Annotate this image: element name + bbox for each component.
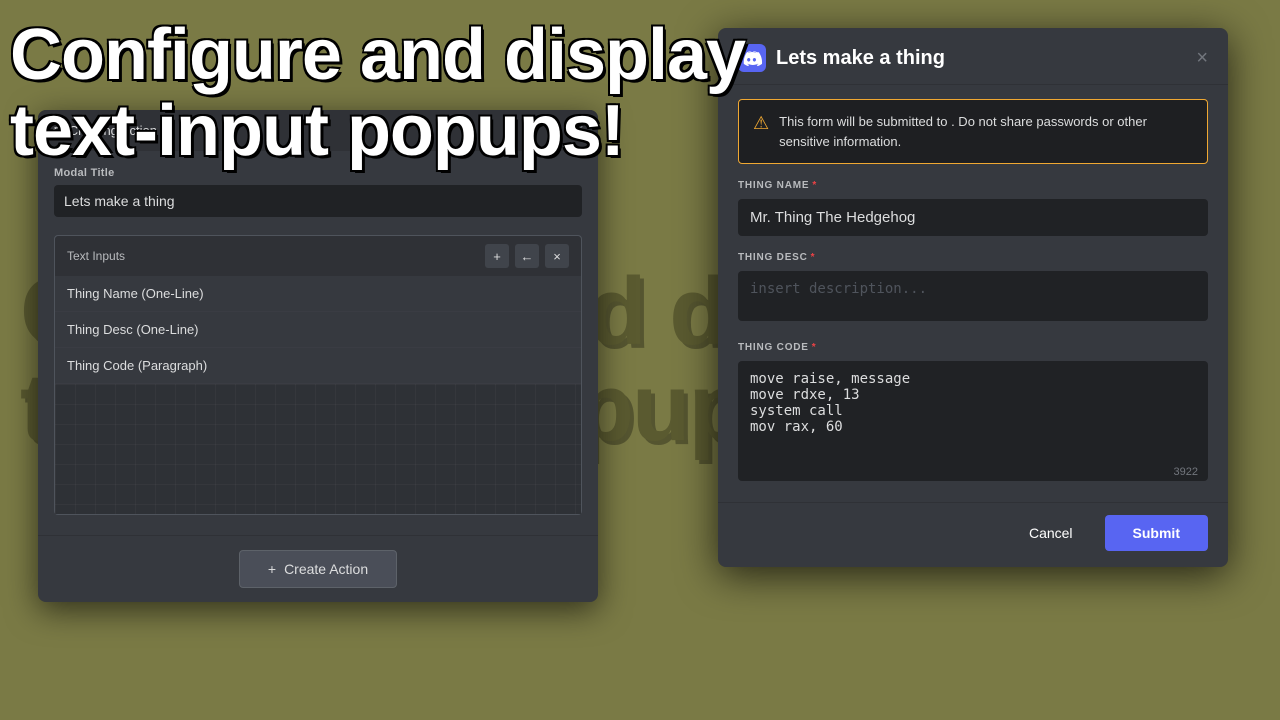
list-item[interactable]: Thing Name (One-Line) [55, 276, 581, 312]
overlay-title-line1: Configure and display [10, 18, 745, 94]
list-item[interactable]: Thing Desc (One-Line) [55, 312, 581, 348]
gear-icon: ⚙ [52, 124, 63, 138]
warning-text: This form will be submitted to . Do not … [779, 112, 1193, 151]
remove-input-button[interactable]: × [545, 244, 569, 268]
right-modal-header-left: Lets make a thing [738, 44, 945, 72]
cancel-button[interactable]: Cancel [1009, 515, 1093, 551]
add-input-button[interactable]: + [485, 244, 509, 268]
right-modal-header: Lets make a thing × [718, 28, 1228, 85]
list-item[interactable]: Thing Code (Paragraph) [55, 348, 581, 384]
warning-icon: ⚠ [753, 113, 769, 134]
right-modal-close-button[interactable]: × [1196, 47, 1208, 70]
right-modal-title: Lets make a thing [776, 47, 945, 70]
text-inputs-empty-area [55, 384, 581, 514]
left-modal-header: ⚙ Creating Action #2 × [38, 110, 598, 151]
right-modal-body: THING NAME* THING DESC* THING CODE* move… [718, 180, 1228, 502]
required-marker: * [812, 180, 817, 191]
field-label-thing-code: THING CODE* [738, 342, 1208, 353]
code-container: move raise, message move rdxe, 13 system… [738, 361, 1208, 486]
thing-code-input[interactable]: move raise, message move rdxe, 13 system… [738, 361, 1208, 481]
left-modal-title-text: Creating Action #2 [69, 123, 175, 138]
create-action-label: Create Action [284, 561, 368, 577]
left-modal-title: ⚙ Creating Action #2 [52, 123, 175, 138]
left-modal-body: Modal Title Text Inputs + ← × Thing Name… [38, 151, 598, 535]
text-inputs-section: Text Inputs + ← × Thing Name (One-Line) … [54, 235, 582, 515]
create-action-icon: + [268, 561, 276, 577]
field-label-thing-name: THING NAME* [738, 180, 1208, 191]
left-modal-close-button[interactable]: × [573, 120, 584, 141]
thing-name-input[interactable] [738, 199, 1208, 236]
warning-banner: ⚠ This form will be submitted to . Do no… [738, 99, 1208, 164]
required-marker: * [811, 252, 816, 263]
text-inputs-header: Text Inputs + ← × [55, 236, 581, 276]
right-modal: Lets make a thing × ⚠ This form will be … [718, 28, 1228, 567]
discord-icon [738, 44, 766, 72]
modal-title-label: Modal Title [54, 167, 582, 179]
char-count: 3922 [1174, 466, 1198, 478]
thing-desc-input[interactable] [738, 271, 1208, 321]
field-label-thing-desc: THING DESC* [738, 252, 1208, 263]
move-input-button[interactable]: ← [515, 244, 539, 268]
left-modal-footer: + Create Action [38, 535, 598, 602]
required-marker: * [812, 342, 817, 353]
right-modal-footer: Cancel Submit [718, 502, 1228, 567]
create-action-button[interactable]: + Create Action [239, 550, 397, 588]
text-inputs-label: Text Inputs [67, 249, 125, 263]
submit-button[interactable]: Submit [1105, 515, 1208, 551]
left-modal: ⚙ Creating Action #2 × Modal Title Text … [38, 110, 598, 602]
text-inputs-controls: + ← × [485, 244, 569, 268]
modal-title-input[interactable] [54, 185, 582, 217]
